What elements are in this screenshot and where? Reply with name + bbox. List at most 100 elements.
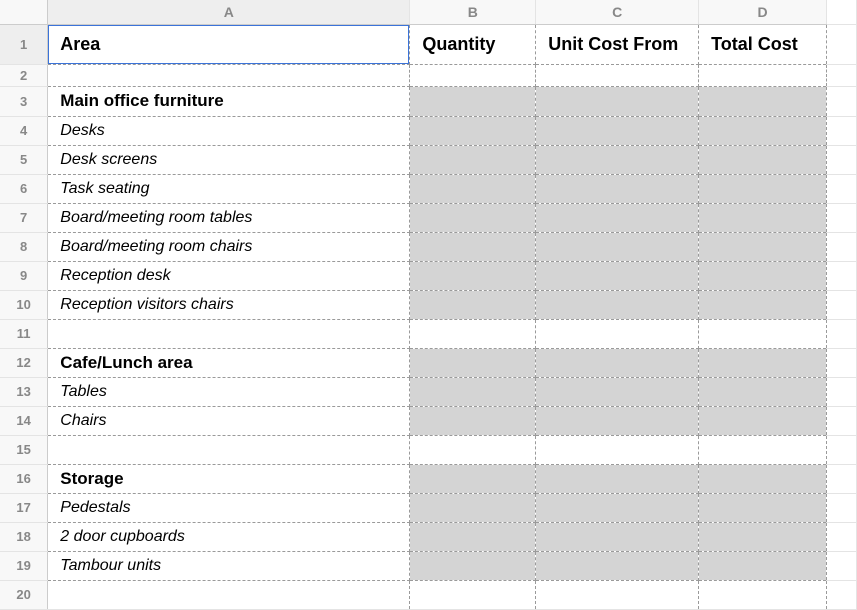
row-header-5[interactable]: 5 (0, 145, 48, 174)
row-header-11[interactable]: 11 (0, 319, 48, 348)
row-header-6[interactable]: 6 (0, 174, 48, 203)
cell-C18[interactable] (536, 522, 699, 551)
cell-C15[interactable] (536, 435, 699, 464)
row-header-19[interactable]: 19 (0, 551, 48, 580)
cell-A11[interactable] (48, 319, 410, 348)
cell-D9[interactable] (699, 261, 827, 290)
cell-C20[interactable] (536, 580, 699, 609)
cell-D8[interactable] (699, 232, 827, 261)
cell-A4[interactable]: Desks (48, 116, 410, 145)
cell-D10[interactable] (699, 290, 827, 319)
cell-B11[interactable] (410, 319, 536, 348)
cell-D12[interactable] (699, 348, 827, 377)
row-header-1[interactable]: 1 (0, 24, 48, 64)
row-header-2[interactable]: 2 (0, 64, 48, 86)
cell-D16[interactable] (699, 464, 827, 493)
cell-A3[interactable]: Main office furniture (48, 86, 410, 116)
cell-B5[interactable] (410, 145, 536, 174)
row-header-12[interactable]: 12 (0, 348, 48, 377)
spreadsheet-grid[interactable]: A B C D 1 Area Quantity Unit Cost From T… (0, 0, 857, 610)
cell-D20[interactable] (699, 580, 827, 609)
row-header-8[interactable]: 8 (0, 232, 48, 261)
col-header-A[interactable]: A (48, 0, 410, 24)
cell-C5[interactable] (536, 145, 699, 174)
cell-A15[interactable] (48, 435, 410, 464)
cell-D7[interactable] (699, 203, 827, 232)
cell-C19[interactable] (536, 551, 699, 580)
cell-C13[interactable] (536, 377, 699, 406)
cell-B19[interactable] (410, 551, 536, 580)
cell-B3[interactable] (410, 86, 536, 116)
row-header-4[interactable]: 4 (0, 116, 48, 145)
cell-B18[interactable] (410, 522, 536, 551)
cell-A13[interactable]: Tables (48, 377, 410, 406)
cell-A10[interactable]: Reception visitors chairs (48, 290, 410, 319)
cell-A16[interactable]: Storage (48, 464, 410, 493)
cell-B12[interactable] (410, 348, 536, 377)
cell-B20[interactable] (410, 580, 536, 609)
col-header-B[interactable]: B (410, 0, 536, 24)
cell-A20[interactable] (48, 580, 410, 609)
cell-C16[interactable] (536, 464, 699, 493)
cell-B8[interactable] (410, 232, 536, 261)
cell-B17[interactable] (410, 493, 536, 522)
row-header-3[interactable]: 3 (0, 86, 48, 116)
cell-C11[interactable] (536, 319, 699, 348)
cell-B1[interactable]: Quantity (410, 24, 536, 64)
select-all-corner[interactable] (0, 0, 48, 24)
cell-C14[interactable] (536, 406, 699, 435)
row-header-14[interactable]: 14 (0, 406, 48, 435)
cell-A2[interactable] (48, 64, 410, 86)
cell-D19[interactable] (699, 551, 827, 580)
row-header-20[interactable]: 20 (0, 580, 48, 609)
col-header-D[interactable]: D (699, 0, 827, 24)
cell-A6[interactable]: Task seating (48, 174, 410, 203)
row-header-10[interactable]: 10 (0, 290, 48, 319)
cell-D11[interactable] (699, 319, 827, 348)
row-header-7[interactable]: 7 (0, 203, 48, 232)
cell-C2[interactable] (536, 64, 699, 86)
row-header-15[interactable]: 15 (0, 435, 48, 464)
cell-A17[interactable]: Pedestals (48, 493, 410, 522)
cell-D18[interactable] (699, 522, 827, 551)
row-header-9[interactable]: 9 (0, 261, 48, 290)
cell-D13[interactable] (699, 377, 827, 406)
cell-D1[interactable]: Total Cost (699, 24, 827, 64)
cell-D5[interactable] (699, 145, 827, 174)
cell-B4[interactable] (410, 116, 536, 145)
cell-A12[interactable]: Cafe/Lunch area (48, 348, 410, 377)
cell-C4[interactable] (536, 116, 699, 145)
cell-B9[interactable] (410, 261, 536, 290)
col-header-C[interactable]: C (536, 0, 699, 24)
cell-A14[interactable]: Chairs (48, 406, 410, 435)
cell-C9[interactable] (536, 261, 699, 290)
cell-B6[interactable] (410, 174, 536, 203)
cell-B16[interactable] (410, 464, 536, 493)
row-header-18[interactable]: 18 (0, 522, 48, 551)
cell-C3[interactable] (536, 86, 699, 116)
cell-B10[interactable] (410, 290, 536, 319)
cell-C1[interactable]: Unit Cost From (536, 24, 699, 64)
cell-D4[interactable] (699, 116, 827, 145)
cell-D17[interactable] (699, 493, 827, 522)
cell-D2[interactable] (699, 64, 827, 86)
cell-C12[interactable] (536, 348, 699, 377)
cell-D3[interactable] (699, 86, 827, 116)
cell-D6[interactable] (699, 174, 827, 203)
row-header-17[interactable]: 17 (0, 493, 48, 522)
cell-C6[interactable] (536, 174, 699, 203)
cell-B13[interactable] (410, 377, 536, 406)
cell-B14[interactable] (410, 406, 536, 435)
row-header-13[interactable]: 13 (0, 377, 48, 406)
cell-C17[interactable] (536, 493, 699, 522)
cell-D14[interactable] (699, 406, 827, 435)
row-header-16[interactable]: 16 (0, 464, 48, 493)
cell-C7[interactable] (536, 203, 699, 232)
cell-A9[interactable]: Reception desk (48, 261, 410, 290)
cell-A8[interactable]: Board/meeting room chairs (48, 232, 410, 261)
cell-B15[interactable] (410, 435, 536, 464)
cell-A7[interactable]: Board/meeting room tables (48, 203, 410, 232)
cell-C8[interactable] (536, 232, 699, 261)
cell-A19[interactable]: Tambour units (48, 551, 410, 580)
cell-B2[interactable] (410, 64, 536, 86)
